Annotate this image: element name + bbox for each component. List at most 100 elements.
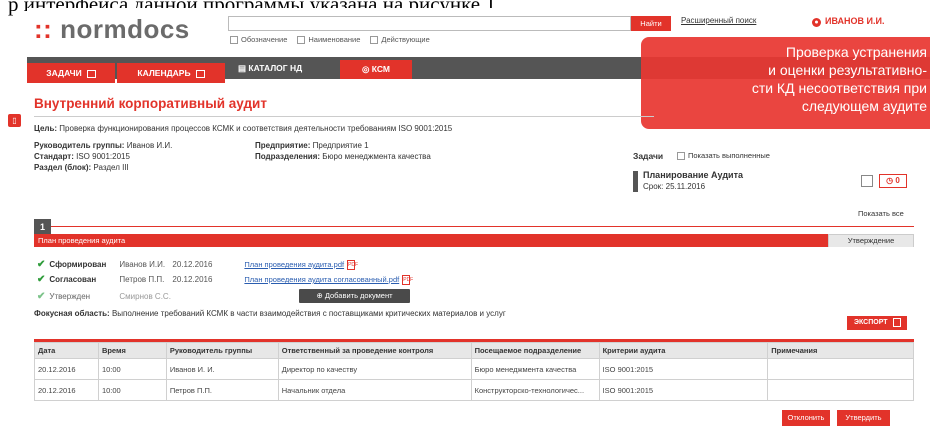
user-menu[interactable]: ● ИВАНОВ И.И.: [812, 16, 884, 27]
column-header[interactable]: Ответственный за проведение контроля: [277, 342, 472, 359]
book-icon: ▤: [238, 63, 247, 73]
export-label: ЭКСПОРТ: [854, 319, 888, 326]
nav-tab-calendar[interactable]: КАЛЕНДАРЬ: [117, 63, 225, 83]
nav-tab-catalog[interactable]: ▤ КАТАЛОГ НД: [238, 57, 328, 79]
logo-dots: ::: [34, 14, 53, 44]
task-counter-badge[interactable]: ◷ 0: [879, 174, 907, 188]
table-cell: Иванов И. И.: [165, 358, 279, 380]
callout-line: сти КД несоответствия при: [751, 80, 927, 96]
status-person: Смирнов С.С.: [119, 292, 171, 301]
table-cell: ISO 9001:2015: [598, 358, 769, 380]
nav-tab-ksm[interactable]: ◎ КСМ: [340, 60, 412, 79]
user-icon: ●: [812, 18, 821, 27]
leader-value: Иванов И.И.: [126, 141, 173, 150]
focus-text: Выполнение требований КСМК в части взаим…: [111, 309, 506, 318]
goal-text: Проверка функционирования процессов КСМК…: [59, 124, 453, 133]
column-header[interactable]: Примечания: [767, 342, 914, 359]
calendar-icon: [195, 69, 205, 78]
table-cell: Начальник отдела: [277, 379, 472, 401]
table-cell: 20.12.2016: [34, 358, 99, 380]
filter-label: Действующие: [381, 35, 430, 44]
table-cell: Директор по качеству: [277, 358, 472, 380]
column-header[interactable]: Время: [97, 342, 167, 359]
divisions-label: Подразделения:: [255, 152, 321, 161]
column-header[interactable]: Дата: [34, 342, 99, 359]
ksm-icon: ◎: [362, 64, 370, 74]
export-icon: [892, 317, 901, 327]
document-link[interactable]: План проведения аудита согласованный.pdf: [244, 275, 399, 284]
check-icon: ✔: [37, 274, 46, 285]
focus-area: Фокусная область: Выполнение требований …: [34, 309, 506, 318]
focus-label: Фокусная область:: [34, 309, 110, 318]
divisions-info: Подразделения: Бюро менеджмента качества: [255, 151, 431, 162]
annotation-callout: Проверка устранения и оценки результатив…: [641, 37, 930, 129]
table-cell: Бюро менеджмента качества: [470, 358, 600, 380]
approve-button[interactable]: Утвердить: [837, 410, 890, 426]
show-completed-toggle[interactable]: Показать выполненные: [677, 151, 770, 160]
table-row[interactable]: 20.12.2016 10:00 Иванов И. И. Директор п…: [34, 358, 914, 380]
advanced-search-link[interactable]: Расширенный поиск: [681, 16, 756, 25]
search-input[interactable]: [228, 16, 631, 31]
table-cell: ISO 9001:2015: [598, 379, 769, 401]
nav-tab-label: КАТАЛОГ НД: [248, 63, 303, 73]
enterprise-label: Предприятие:: [255, 141, 311, 150]
export-button[interactable]: ЭКСПОРТ: [847, 316, 907, 330]
audit-schedule-table: Дата Время Руководитель группы Ответстве…: [34, 342, 914, 401]
checkbox-icon: [370, 35, 379, 44]
list-icon: [86, 69, 96, 78]
add-document-button[interactable]: ⊕ Добавить документ: [299, 289, 410, 303]
filter-active[interactable]: Действующие: [370, 35, 430, 44]
task-marker: [633, 171, 638, 192]
show-all-link[interactable]: Показать все: [858, 209, 904, 218]
step-divider: [34, 226, 914, 227]
table-cell: 20.12.2016: [34, 379, 99, 401]
nav-tab-tasks[interactable]: ЗАДАЧИ: [27, 63, 115, 83]
pdf-icon[interactable]: PDF: [347, 259, 358, 270]
status-row: ✔ Утвержден Смирнов С.С.: [37, 291, 172, 302]
plan-section-header: План проведения аудита: [34, 234, 828, 247]
column-header[interactable]: Посещаемое подразделение: [470, 342, 600, 359]
reject-button[interactable]: Отклонить: [782, 410, 830, 426]
status-person: Иванов И.И.: [119, 260, 166, 269]
status-date: 20.12.2016: [172, 260, 213, 269]
pdf-icon[interactable]: PDF: [402, 274, 413, 285]
badge-count: 0: [895, 176, 900, 185]
tab-approval[interactable]: Утверждение: [828, 234, 914, 247]
section-info: Раздел (блок): Раздел III: [34, 162, 129, 173]
enterprise-value: Предприятие 1: [312, 141, 369, 150]
task-checkbox[interactable]: [861, 175, 873, 187]
status-name: Сформирован: [49, 260, 107, 269]
logo-name: normdocs: [60, 14, 190, 44]
check-icon: ✔: [37, 259, 46, 270]
section-value: Раздел III: [93, 163, 129, 172]
page-title: Внутренний корпоративный аудит: [34, 96, 267, 111]
checkbox-checked-icon: [677, 151, 685, 160]
document-link[interactable]: План проведения аудита.pdf: [244, 260, 344, 269]
status-name: Согласован: [49, 275, 97, 284]
nav-tab-label: КАЛЕНДАРЬ: [137, 68, 191, 78]
check-icon: ✔: [37, 291, 46, 302]
search-button[interactable]: Найти: [631, 16, 671, 31]
column-header[interactable]: Руководитель группы: [165, 342, 279, 359]
table-cell: 10:00: [97, 358, 167, 380]
table-row[interactable]: 20.12.2016 10:00 Петров П.П. Начальник о…: [34, 379, 914, 401]
audit-goal: Цель: Проверка функционирования процессо…: [34, 124, 452, 133]
plus-circle-icon: ⊕: [316, 291, 323, 300]
callout-line: и оценки результативно-: [768, 62, 927, 78]
table-cell: Петров П.П.: [165, 379, 279, 401]
logo[interactable]: :: normdocs: [34, 14, 190, 45]
filter-name[interactable]: Наименование: [297, 35, 360, 44]
add-document-label: Добавить документ: [324, 291, 393, 300]
task-name[interactable]: Планирование Аудита: [643, 170, 743, 180]
callout-line: Проверка устранения: [785, 44, 927, 60]
filter-label: Обозначение: [241, 35, 288, 44]
show-completed-label: Показать выполненные: [688, 151, 770, 160]
column-header[interactable]: Критерии аудита: [598, 342, 769, 359]
nav-tab-label: КСМ: [371, 64, 390, 74]
filter-designation[interactable]: Обозначение: [230, 35, 287, 44]
table-cell: 10:00: [97, 379, 167, 401]
step-number[interactable]: 1: [34, 219, 51, 235]
status-date: 20.12.2016: [172, 275, 213, 284]
side-book-icon[interactable]: ▯: [8, 114, 21, 127]
enterprise-info: Предприятие: Предприятие 1: [255, 140, 369, 151]
